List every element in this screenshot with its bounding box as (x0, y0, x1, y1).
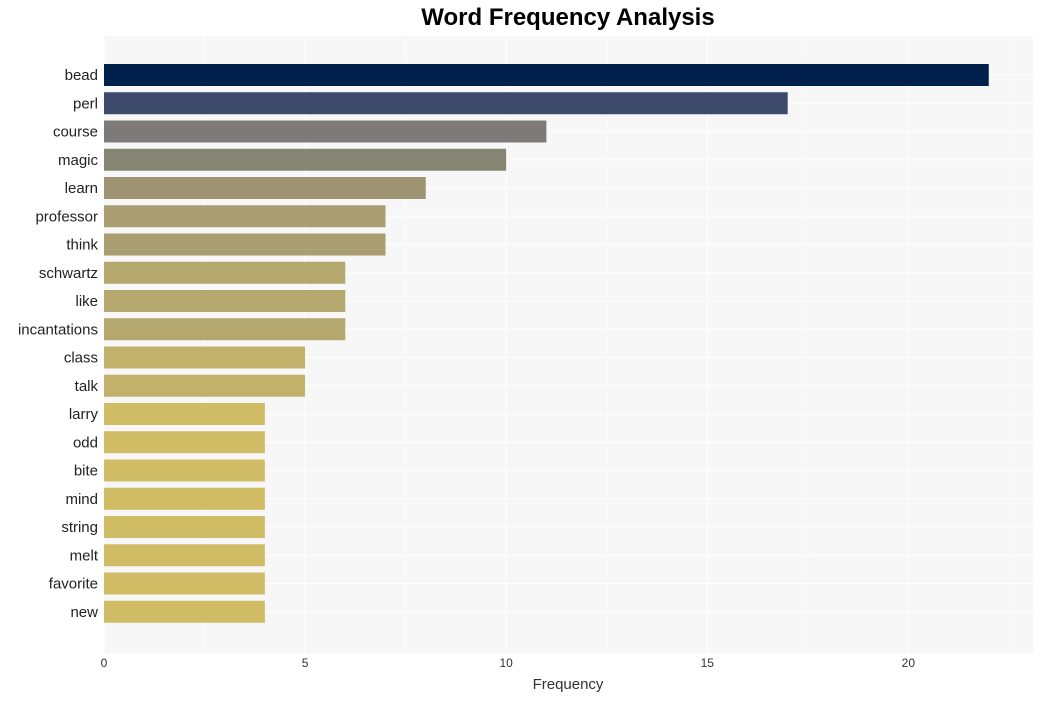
category-label-professor: professor (35, 208, 98, 225)
bar-bead (104, 64, 989, 86)
bar-magic (104, 148, 507, 171)
x-tick-label: 15 (701, 656, 715, 670)
bar-like (104, 290, 346, 312)
category-label-mind: mind (65, 491, 98, 508)
category-label-favorite: favorite (49, 576, 98, 593)
category-labels: bead perl course magic learn professor think sc… (18, 67, 99, 621)
bar-learn (104, 177, 426, 199)
bar-schwartz (104, 261, 346, 284)
x-tick-label: 10 (499, 656, 513, 670)
bar-professor (104, 205, 386, 228)
category-label-bite: bite (74, 463, 98, 480)
category-label-melt: melt (70, 547, 99, 564)
bar-mind (104, 487, 265, 510)
category-label-string: string (61, 519, 98, 536)
category-label-think: think (66, 237, 98, 254)
bar-favorite (104, 572, 265, 595)
category-label-learn: learn (65, 180, 98, 197)
category-label-class: class (64, 350, 98, 367)
bar-perl (104, 92, 788, 115)
bar-odd (104, 431, 265, 454)
bar-chart: bead perl course magic learn professor think sc… (18, 36, 1033, 693)
bar-class (104, 346, 306, 369)
bar-new (104, 600, 265, 623)
category-label-like: like (75, 293, 98, 310)
category-label-bead: bead (65, 67, 98, 84)
category-label-larry: larry (69, 406, 99, 423)
category-label-odd: odd (73, 434, 98, 451)
x-tick-label: 20 (902, 656, 916, 670)
bar-talk (104, 374, 306, 397)
x-axis-title: Frequency (533, 676, 604, 693)
category-label-new: new (70, 604, 98, 621)
category-label-incantations: incantations (18, 321, 98, 338)
category-label-perl: perl (73, 95, 98, 112)
bar-melt (104, 544, 265, 567)
x-tick-labels: 0 5 10 15 20 (101, 656, 916, 670)
category-label-schwartz: schwartz (39, 265, 98, 282)
category-label-magic: magic (58, 152, 99, 169)
bar-larry (104, 403, 265, 425)
bar-think (104, 233, 386, 256)
x-tick-label: 0 (101, 656, 108, 670)
bar-string (104, 516, 265, 538)
bar-bite (104, 459, 265, 482)
bar-course (104, 120, 547, 143)
bar-incantations (104, 318, 346, 341)
category-label-course: course (53, 124, 98, 141)
category-label-talk: talk (75, 378, 99, 395)
x-tick-label: 5 (302, 656, 309, 670)
